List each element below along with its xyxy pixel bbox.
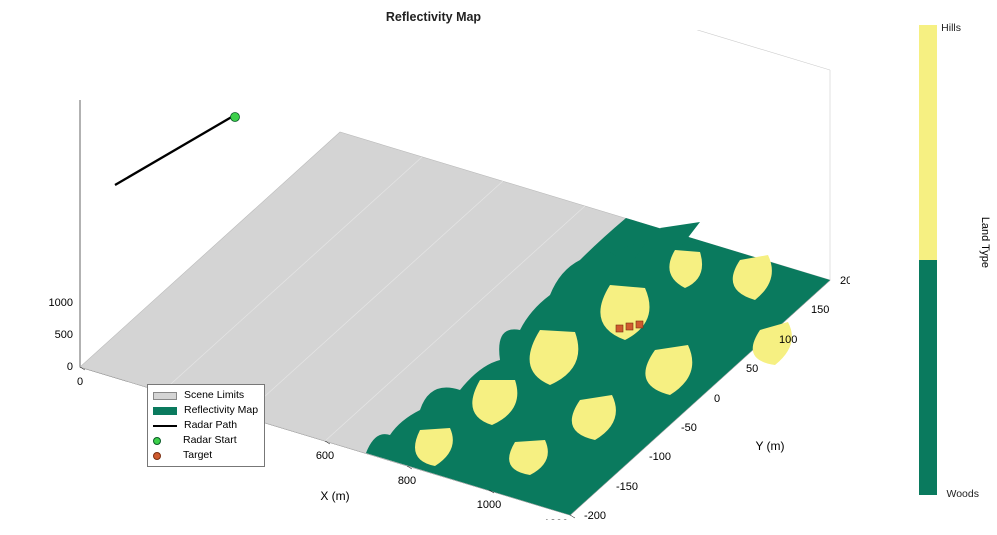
z-tick: 500	[55, 329, 73, 341]
y-tick: -200	[584, 510, 606, 520]
chart-title: Reflectivity Map	[0, 10, 867, 24]
circle-marker-icon	[153, 452, 161, 460]
legend-entry-reflectivity: Reflectivity Map	[153, 403, 258, 418]
y-tick: 50	[746, 363, 758, 375]
legend-entry-radar-path: Radar Path	[153, 418, 258, 433]
z-tick: 1000	[49, 297, 73, 309]
legend-entry-scene-limits: Scene Limits	[153, 388, 258, 403]
y-tick: -150	[616, 481, 638, 493]
x-tick: 600	[316, 450, 334, 462]
colorbar-hills	[919, 25, 937, 260]
y-axis-label: Y (m)	[755, 439, 784, 453]
colorbar-woods	[919, 260, 937, 495]
z-tick: 0	[67, 361, 73, 373]
circle-marker-icon	[153, 437, 161, 445]
y-tick: -50	[681, 422, 697, 434]
legend[interactable]: Scene Limits Reflectivity Map Radar Path…	[147, 384, 265, 467]
x-axis-label: X (m)	[320, 489, 349, 503]
legend-entry-radar-start: Radar Start	[153, 433, 258, 448]
colorbar-tick-bot: Woods	[947, 488, 980, 500]
colorbar-label: Land Type	[979, 216, 991, 267]
legend-entry-target: Target	[153, 448, 258, 463]
y-tick: -100	[649, 451, 671, 463]
y-tick: 100	[779, 334, 797, 346]
x-tick: 0	[77, 376, 83, 388]
y-tick: 0	[714, 393, 720, 405]
x-tick: 1000	[477, 499, 501, 511]
y-tick: 200	[840, 275, 850, 287]
x-tick: 800	[398, 475, 416, 487]
colorbar-tick-top: Hills	[941, 22, 961, 34]
y-tick: 150	[811, 304, 829, 316]
colorbar[interactable]	[919, 25, 937, 495]
x-tick: 1200	[544, 518, 568, 520]
